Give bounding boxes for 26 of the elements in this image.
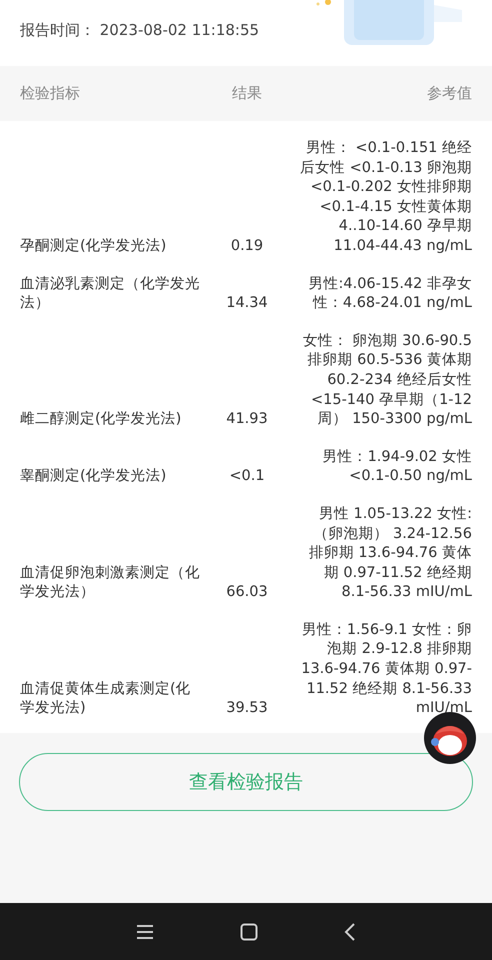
test-result: 0.19 bbox=[230, 236, 264, 256]
test-result: 14.34 bbox=[226, 294, 268, 314]
test-name: 睾酮测定(化学发光法) bbox=[20, 467, 168, 486]
test-result: <0.1 bbox=[229, 467, 265, 486]
reference-range: 男性： <0.1-0.151 绝经后女性 <0.1-0.13 卵泡期 <0.1-0.202 女性排卵期 <0.1-4.15 女性黄体期 4..10-14.60 孕早期 11.04-44.43 ng/mL bbox=[299, 139, 472, 256]
column-header: 参考值 bbox=[427, 84, 472, 103]
reference-range: 男性:4.06-15.42 非孕女性：4.68-24.01 ng/mL bbox=[307, 274, 472, 314]
column-header: 结果 bbox=[232, 84, 262, 103]
test-result: 41.93 bbox=[226, 410, 268, 430]
test-name: 血清泌乳素测定（化学发光法） bbox=[20, 274, 201, 314]
reference-range: 男性：1.56-9.1 女性：卵泡期 2.9-12.8 排卵期 13.6-94.76 黄体期 0.97-11.52 绝经期 8.1-56.33 mIU/mL bbox=[300, 620, 472, 718]
column-header: 检验指标 bbox=[20, 84, 81, 103]
test-name: 血清促黄体生成素测定(化学发光法) bbox=[20, 680, 192, 718]
test-name: 孕酮测定(化学发光法) bbox=[20, 236, 168, 256]
back-icon[interactable] bbox=[344, 922, 356, 940]
test-name: 血清促卵泡刺激素测定（化学发光法） bbox=[20, 564, 201, 602]
home-icon[interactable] bbox=[240, 922, 258, 940]
assistant-button[interactable] bbox=[424, 712, 476, 764]
test-result: 66.03 bbox=[226, 583, 268, 602]
test-name: 雌二醇测定(化学发光法) bbox=[20, 410, 182, 430]
reference-range: 男性：1.94-9.02 女性 <0.1-0.50 ng/mL bbox=[322, 448, 472, 486]
reference-range: 女性： 卵泡期 30.6-90.5 排卵期 60.5-536 黄体期 60.2-234 绝经后女性 <15-140 孕早期（1-12周） 150-3300 pg/mL bbox=[302, 332, 472, 430]
test-result: 39.53 bbox=[226, 699, 268, 718]
menu-icon[interactable] bbox=[136, 924, 154, 940]
reference-range: 男性 1.05-13.22 女性:（卵泡期） 3.24-12.56 排卵期 13.6-94.76 黄体期 0.97-11.52 绝经期 8.1-56.33 mIU/mL bbox=[308, 504, 472, 602]
report-time: 报告时间： 2023-08-02 11:18:55 bbox=[20, 20, 260, 40]
